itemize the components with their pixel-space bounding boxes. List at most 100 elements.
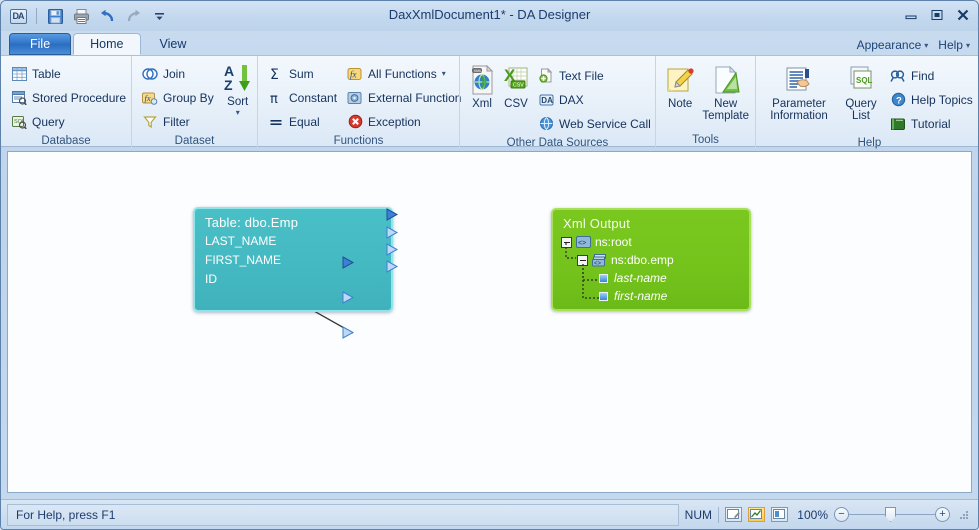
query-icon: SQL xyxy=(11,114,27,130)
ribbon-button-all-functions[interactable]: fx All Functions ▾ xyxy=(343,62,465,85)
preview-view-icon[interactable] xyxy=(771,507,788,522)
appearance-menu[interactable]: Appearance ▾ xyxy=(857,38,929,52)
help-menu[interactable]: Help ▾ xyxy=(938,38,970,52)
filter-icon xyxy=(142,114,158,130)
tab-view[interactable]: View xyxy=(143,33,204,55)
zoom-level: 100% xyxy=(797,507,828,522)
node-xml-output[interactable]: Xml Output <> ns:root <> ns:dbo.emp last… xyxy=(551,208,751,311)
zoom-in-button[interactable]: + xyxy=(935,507,950,522)
fx-icon: fx xyxy=(347,66,363,82)
minimize-icon[interactable] xyxy=(902,7,920,22)
node-field: ID xyxy=(205,272,217,286)
svg-text:SQL: SQL xyxy=(856,76,873,85)
ribbon-label: Join xyxy=(163,66,186,81)
table-output-ports[interactable] xyxy=(386,208,406,318)
ribbon-label: Xml xyxy=(472,98,492,110)
ribbon-button-stored-procedure[interactable]: Stored Procedure xyxy=(7,86,130,109)
zoom-track[interactable] xyxy=(849,507,935,522)
ribbon-group-label: Help xyxy=(857,137,882,149)
ribbon-label: Query List xyxy=(845,98,877,122)
ribbon-button-help-topics[interactable]: ? Help Topics xyxy=(886,88,977,111)
ribbon-label: Query xyxy=(32,114,65,129)
ribbon-button-external-function[interactable]: External Function xyxy=(343,86,465,109)
chevron-down-icon[interactable]: ▾ xyxy=(442,69,446,78)
num-indicator: NUM xyxy=(684,507,712,522)
tree-connector-lines xyxy=(565,243,599,299)
ribbon-label: Stored Procedure xyxy=(32,90,127,105)
query-list-icon: SQL xyxy=(845,64,877,96)
ribbon-button-group-by[interactable]: fx Group By xyxy=(138,86,218,109)
ribbon-button-text-file[interactable]: Text File xyxy=(534,64,655,87)
ribbon-button-table[interactable]: Table xyxy=(7,62,130,85)
help-topics-icon: ? xyxy=(890,92,906,108)
ribbon-label: Equal xyxy=(289,114,320,129)
external-function-icon xyxy=(347,90,363,106)
svg-text:DA: DA xyxy=(541,96,553,105)
design-view-icon[interactable] xyxy=(748,507,765,522)
ribbon-label: Web Service Call xyxy=(559,116,651,131)
sort-az-icon: A Z xyxy=(222,62,254,94)
ribbon-label: CSV xyxy=(504,98,528,110)
ribbon-button-join[interactable]: Join xyxy=(138,62,218,85)
ribbon-button-tutorial[interactable]: Tutorial xyxy=(886,112,977,135)
ribbon-label: DAX xyxy=(559,92,584,107)
close-icon[interactable] xyxy=(954,7,972,22)
chevron-down-icon[interactable]: ▾ xyxy=(236,108,240,117)
help-label: Help xyxy=(938,38,963,52)
node-field: FIRST_NAME xyxy=(205,253,282,267)
tree-label: last-name xyxy=(614,271,667,285)
web-service-icon xyxy=(538,116,554,132)
ribbon-button-web-service-call[interactable]: Web Service Call xyxy=(534,112,655,135)
zoom-out-button[interactable]: − xyxy=(834,507,849,522)
tab-file[interactable]: File xyxy=(9,33,72,55)
status-right-panel: NUM 100% − + xyxy=(679,504,978,526)
ribbon-group-label: Tools xyxy=(692,134,719,146)
ribbon-button-parameter-information[interactable]: Parameter Information xyxy=(762,62,836,122)
svg-text:fx: fx xyxy=(350,69,357,79)
ribbon-button-query[interactable]: SQL Query xyxy=(7,110,130,133)
ribbon: Table Stored Procedure SQL Query Databas… xyxy=(1,55,978,149)
window-controls xyxy=(902,7,972,22)
stored-procedure-icon xyxy=(11,90,27,106)
csv-file-icon: X CSV xyxy=(500,64,532,96)
ribbon-group-label: Functions xyxy=(333,135,384,147)
node-table[interactable]: Table: dbo.Emp LAST_NAME FIRST_NAME ID xyxy=(193,207,393,312)
resize-grip-icon[interactable] xyxy=(958,509,970,521)
ribbon-button-xml[interactable]: XML Xml xyxy=(466,62,498,110)
ribbon-button-dax[interactable]: DA DAX xyxy=(534,88,655,111)
ribbon-tabs: File Home View Appearance ▾ Help ▾ xyxy=(1,31,978,55)
ribbon-button-csv[interactable]: X CSV CSV xyxy=(500,62,532,110)
table-icon xyxy=(11,66,27,82)
ribbon-button-query-list[interactable]: SQL Query List xyxy=(839,62,883,122)
ribbon-label: Sort xyxy=(227,96,249,108)
ribbon-button-constant[interactable]: π Constant xyxy=(264,86,341,109)
ribbon-button-sum[interactable]: Σ Sum xyxy=(264,62,341,85)
ribbon-button-note[interactable]: Note xyxy=(662,62,698,110)
ribbon-button-sort[interactable]: A Z Sort ▾ xyxy=(222,60,254,117)
appearance-label: Appearance xyxy=(856,38,922,52)
maximize-icon[interactable] xyxy=(928,7,946,22)
zoom-slider[interactable]: − + xyxy=(834,507,950,522)
ribbon-group-database: Table Stored Procedure SQL Query Databas… xyxy=(1,56,131,148)
xml-input-ports[interactable] xyxy=(342,252,358,347)
status-separator xyxy=(718,506,719,523)
ribbon-button-new-template[interactable]: New Template xyxy=(702,62,749,122)
zoom-thumb[interactable] xyxy=(885,507,896,522)
ribbon-button-exception[interactable]: Exception xyxy=(343,110,465,133)
ribbon-button-equal[interactable]: Equal xyxy=(264,110,341,133)
edit-view-icon[interactable] xyxy=(725,507,742,522)
ribbon-label: Exception xyxy=(368,114,421,129)
ribbon-label: Tutorial xyxy=(911,116,951,131)
note-icon xyxy=(664,64,696,96)
node-field: LAST_NAME xyxy=(205,234,277,248)
find-icon xyxy=(890,68,906,84)
design-canvas[interactable]: Table: dbo.Emp LAST_NAME FIRST_NAME ID X… xyxy=(7,151,972,493)
ribbon-button-find[interactable]: Find xyxy=(886,64,977,87)
tab-home[interactable]: Home xyxy=(73,33,141,55)
ribbon-label: Filter xyxy=(163,114,190,129)
dax-icon: DA xyxy=(538,92,554,108)
ribbon-button-filter[interactable]: Filter xyxy=(138,110,218,133)
application-window: DA DaxXmlDocument1* - DA Designer File H… xyxy=(0,0,979,530)
chevron-down-icon: ▾ xyxy=(965,40,970,50)
ribbon-group-dataset: Join fx Group By Filter A Z Sort ▾ Datas… xyxy=(131,56,257,148)
